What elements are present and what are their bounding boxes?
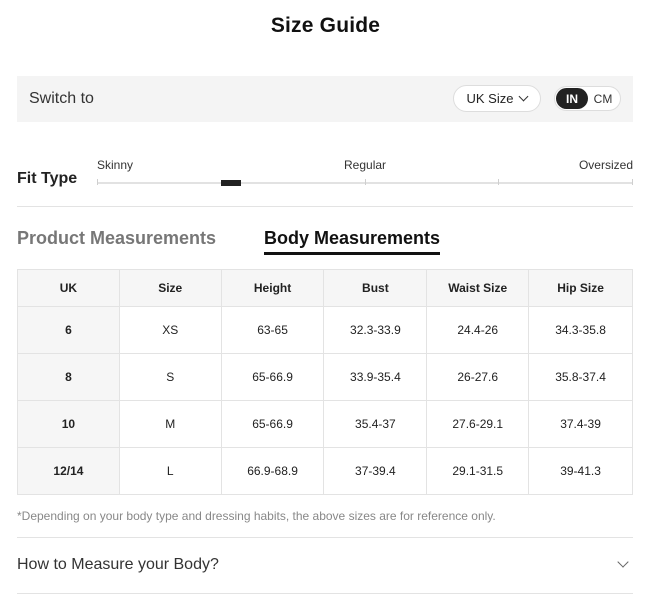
divider <box>17 206 633 207</box>
fit-type-marker <box>221 180 241 186</box>
table-row: 12/14 L 66.9-68.9 37-39.4 29.1-31.5 39-4… <box>17 447 633 495</box>
table-cell: 6 <box>17 306 120 354</box>
table-cell: 29.1-31.5 <box>426 447 530 495</box>
fit-tick <box>97 179 98 185</box>
table-cell: S <box>118 353 222 401</box>
table-cell: 63-65 <box>220 306 325 354</box>
page-title: Size Guide <box>270 14 381 37</box>
table-cell: 32.3-33.9 <box>323 306 428 354</box>
fit-option-regular: Regular <box>344 158 387 172</box>
unit-switch-bar: Switch to UK Size IN CM <box>17 76 633 122</box>
switch-to-label: Switch to <box>29 90 94 107</box>
table-cell: 35.8-37.4 <box>528 353 633 401</box>
how-to-measure-accordion[interactable]: How to Measure your Body? <box>17 556 219 574</box>
table-cell: 34.3-35.8 <box>528 306 633 354</box>
fit-type-label: Fit Type <box>17 170 78 187</box>
column-header: Waist Size <box>426 269 530 307</box>
table-cell: M <box>118 400 222 448</box>
fit-tick <box>632 179 633 185</box>
unit-option-cm[interactable]: CM <box>588 88 618 109</box>
table-cell: L <box>118 447 222 495</box>
fit-option-skinny: Skinny <box>97 158 134 172</box>
table-cell: 26-27.6 <box>426 353 530 401</box>
table-cell: 65-66.9 <box>220 400 325 448</box>
table-cell: XS <box>118 306 222 354</box>
chevron-down-icon[interactable] <box>617 556 629 568</box>
table-row: 10 M 65-66.9 35.4-37 27.6-29.1 37.4-39 <box>17 400 633 448</box>
table-cell: 27.6-29.1 <box>426 400 530 448</box>
divider <box>17 537 633 538</box>
table-cell: 66.9-68.9 <box>220 447 325 495</box>
table-header-row: UK Size Height Bust Waist Size Hip Size <box>17 269 633 307</box>
size-system-dropdown[interactable]: UK Size <box>453 85 541 112</box>
size-table: UK Size Height Bust Waist Size Hip Size … <box>17 269 633 495</box>
fit-tick <box>498 179 499 185</box>
table-cell: 10 <box>17 400 120 448</box>
table-row: 8 S 65-66.9 33.9-35.4 26-27.6 35.8-37.4 <box>17 353 633 401</box>
tab-body-measurements[interactable]: Body Measurements <box>264 228 441 255</box>
size-system-value: UK Size <box>466 91 514 106</box>
column-header: Hip Size <box>528 269 633 307</box>
table-cell: 37.4-39 <box>528 400 633 448</box>
table-cell: 37-39.4 <box>323 447 428 495</box>
table-cell: 8 <box>17 353 120 401</box>
table-cell: 65-66.9 <box>220 353 325 401</box>
tab-product-measurements[interactable]: Product Measurements <box>17 228 216 249</box>
column-header: Bust <box>323 269 428 307</box>
fit-tick <box>365 179 366 185</box>
unit-option-in[interactable]: IN <box>556 88 588 109</box>
divider <box>17 593 633 594</box>
column-header: Height <box>220 269 325 307</box>
column-header: UK <box>17 269 120 307</box>
table-cell: 39-41.3 <box>528 447 633 495</box>
table-cell: 12/14 <box>17 447 120 495</box>
table-cell: 35.4-37 <box>323 400 428 448</box>
unit-toggle[interactable]: IN CM <box>554 86 621 111</box>
reference-note: *Depending on your body type and dressin… <box>17 509 496 523</box>
table-cell: 24.4-26 <box>426 306 530 354</box>
fit-option-oversized: Oversized <box>578 158 633 172</box>
table-row: 6 XS 63-65 32.3-33.9 24.4-26 34.3-35.8 <box>17 306 633 354</box>
column-header: Size <box>118 269 222 307</box>
chevron-down-icon <box>519 91 529 102</box>
table-cell: 33.9-35.4 <box>323 353 428 401</box>
